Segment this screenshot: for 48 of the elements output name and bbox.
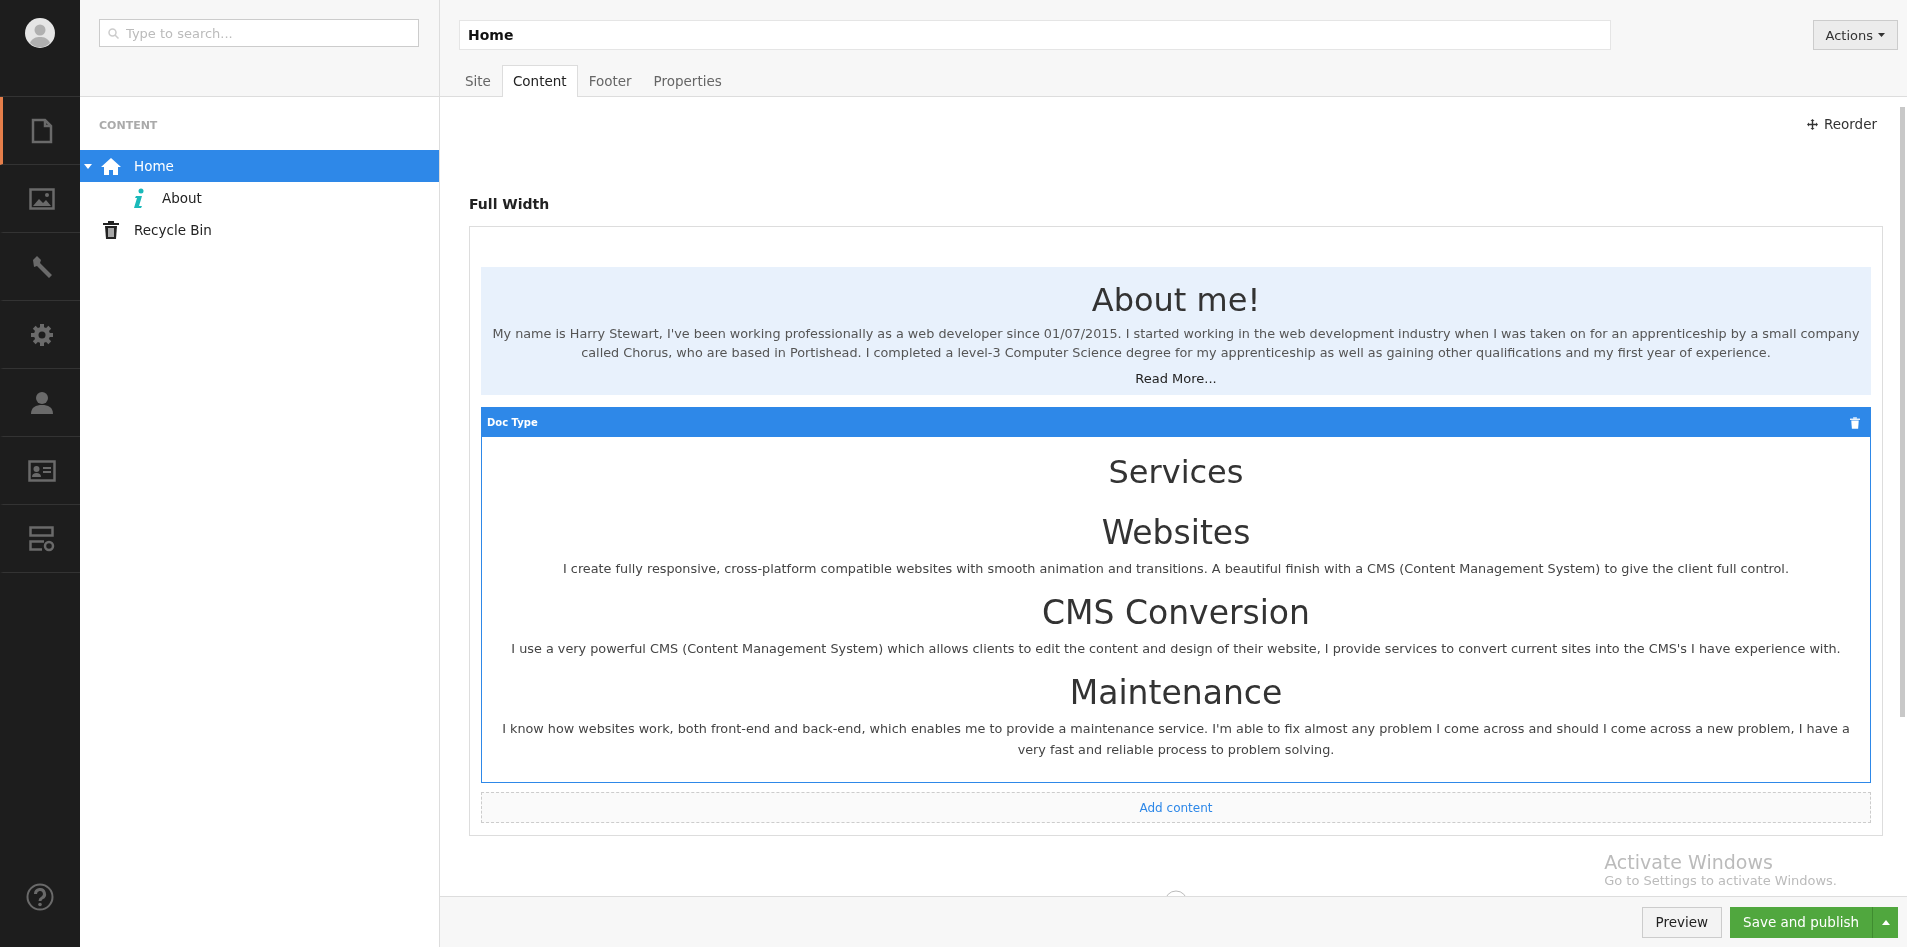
search-field[interactable]: Type to search... <box>99 19 419 47</box>
tab[interactable]: Properties <box>642 65 733 97</box>
read-more-link[interactable]: Read More... <box>1135 371 1217 386</box>
user-icon <box>29 390 54 415</box>
help-icon[interactable] <box>26 883 54 911</box>
move-icon <box>1806 118 1818 130</box>
caret-icon <box>1881 919 1890 925</box>
trash-icon[interactable] <box>1850 416 1860 429</box>
tab[interactable]: Footer <box>577 65 643 97</box>
tree-item[interactable]: Recycle Bin <box>80 214 439 246</box>
service-text: I know how websites work, both front-end and back-end, which enables me to provide a maintenance service. I'm able to fix almost any problem I come across and should I come across a new problem, I have a very fast and reliable process to problem solving. <box>501 720 1851 759</box>
reorder-button[interactable]: Reorder <box>1806 116 1883 132</box>
id-card-icon <box>27 459 56 482</box>
scrollbar[interactable] <box>1900 107 1905 717</box>
activation-notice-text: Go to Settings to activate Windows. <box>1604 873 1837 888</box>
avatar-icon[interactable] <box>25 18 55 48</box>
actions-button[interactable]: Actions <box>1812 20 1898 50</box>
block-heading: About me! <box>1090 281 1262 319</box>
service-text: I use a very powerful CMS (Content Management System) which allows clients to edit the content and design of their website, I provide services to convert current sites into the CMS's I have experience with. <box>510 640 1842 658</box>
home-icon <box>101 157 121 175</box>
tree-item[interactable]: About <box>80 182 439 214</box>
document-icon <box>30 117 53 144</box>
block-type-label: Doc Type <box>487 417 538 428</box>
caret-icon[interactable] <box>84 162 92 170</box>
search-icon <box>108 28 119 39</box>
caret-icon <box>1878 33 1885 37</box>
content-block[interactable] <box>481 407 1871 783</box>
section-title: Full Width <box>469 196 551 212</box>
service-text: I create fully responsive, cross-platform compatible websites with smooth animation and transitions. A beautiful finish with a CMS (Content Management System) to give the client full control. <box>562 560 1790 578</box>
tab[interactable]: Content <box>501 65 578 97</box>
settings-icon <box>29 322 54 347</box>
service-heading: CMS Conversion <box>1041 593 1311 632</box>
tree-item[interactable]: Home <box>80 150 439 182</box>
service-heading: Maintenance <box>1068 673 1284 712</box>
info-icon <box>133 188 145 208</box>
service-heading: Websites <box>1100 513 1252 552</box>
image-icon <box>28 187 55 210</box>
title-field[interactable]: Home <box>459 20 1611 50</box>
add-content-button[interactable]: Add content <box>481 792 1871 823</box>
tab[interactable]: Site <box>454 65 502 97</box>
activation-notice-title: Activate Windows <box>1604 851 1774 873</box>
block-heading: Services <box>1107 453 1245 491</box>
block-text: My name is Harry Stewart, I've been working professionally as a web developer since 01/07/2015. I started working in the web development industry when I was taken on for an apprenticeship by a small company called Chorus, who are based in Portishead. I completed a level-3 Computer Science degree for my apprenticeship as well as gaining other qualifications and my first year of experience. <box>491 325 1861 362</box>
server-icon <box>28 525 55 552</box>
trash-icon <box>103 221 119 239</box>
tree-heading: CONTENT <box>98 119 159 132</box>
more-options-button[interactable] <box>1872 906 1898 938</box>
preview-button[interactable]: Preview <box>1641 906 1723 938</box>
